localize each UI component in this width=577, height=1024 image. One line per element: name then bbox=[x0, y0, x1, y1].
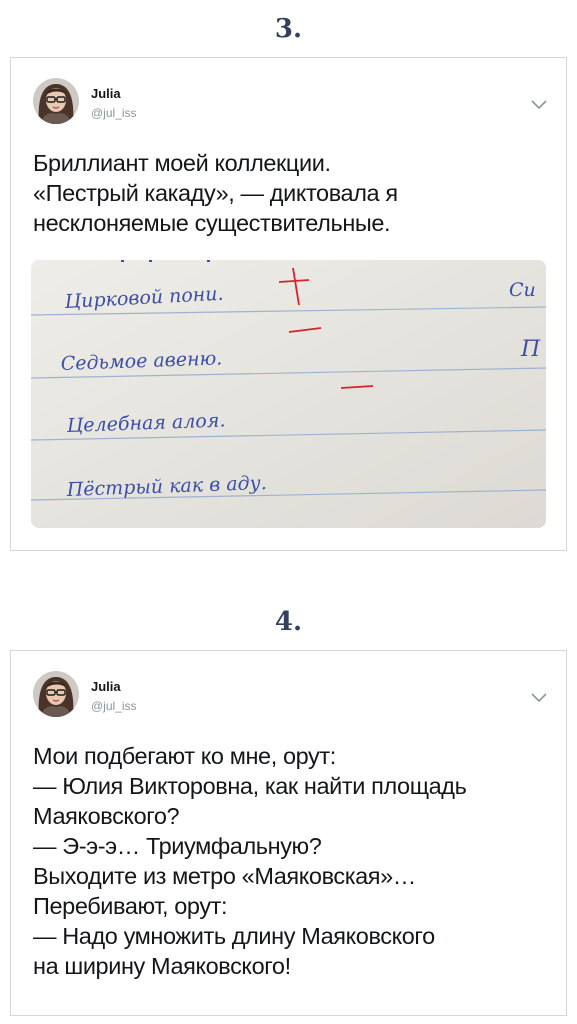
author-handle[interactable]: @jul_iss bbox=[91, 699, 137, 713]
tweet-card: Julia @jul_iss Бриллиант моей коллекции.… bbox=[10, 57, 567, 551]
tweet-line: «Пестрый какаду», — диктовала я bbox=[33, 180, 398, 206]
tweet-line: на ширину Маяковского! bbox=[33, 953, 291, 979]
avatar[interactable] bbox=[33, 671, 79, 717]
tweet-line: Мои подбегают ко мне, орут: bbox=[33, 743, 336, 769]
handwriting-line: Си bbox=[509, 279, 536, 301]
tweet-line: — Надо умножить длину Маяковского bbox=[33, 923, 435, 949]
tweet-text: Бриллиант моей коллекции. «Пестрый какад… bbox=[33, 148, 554, 238]
notebook-photo[interactable]: Цирковой пони. Седьмое авеню. Целебная а… bbox=[31, 260, 546, 528]
chevron-down-icon[interactable] bbox=[530, 98, 548, 110]
tweet-line: Перебивают, орут: bbox=[33, 893, 228, 919]
tweet-text: Мои подбегают ко мне, орут: — Юлия Викто… bbox=[33, 741, 554, 981]
tweet-line: Выходите из метро «Маяковская»… bbox=[33, 863, 416, 889]
author-name[interactable]: Julia bbox=[91, 679, 121, 694]
tweet-line: Маяковского? bbox=[33, 803, 180, 829]
handwriting-line: П bbox=[520, 337, 541, 362]
tweet-line: Бриллиант моей коллекции. bbox=[33, 150, 331, 176]
tweet-line: — Э-э-э… Триумфальную? bbox=[33, 833, 322, 859]
tweet-line: — Юлия Викторовна, как найти площадь bbox=[33, 773, 467, 799]
author-handle[interactable]: @jul_iss bbox=[91, 106, 137, 120]
chevron-down-icon[interactable] bbox=[530, 691, 548, 703]
avatar[interactable] bbox=[33, 78, 79, 124]
tweet-number: 4. bbox=[274, 607, 303, 637]
tweet-number: 3. bbox=[274, 14, 303, 44]
author-name[interactable]: Julia bbox=[91, 86, 121, 101]
tweet-line: несклоняемые существительные. bbox=[33, 210, 391, 236]
tweet-card: Julia @jul_iss Мои подбегают ко мне, ору… bbox=[10, 650, 567, 1016]
